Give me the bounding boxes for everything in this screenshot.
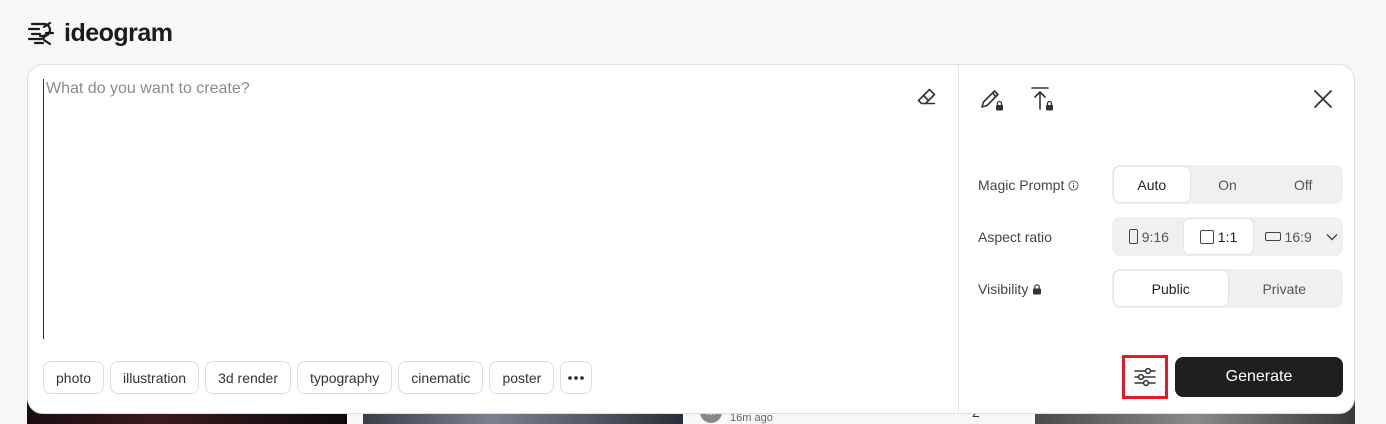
aspect-ratio-9-16[interactable]: 9:16 xyxy=(1114,219,1184,254)
more-icon xyxy=(568,375,585,380)
prompt-input[interactable] xyxy=(43,79,903,339)
eraser-icon[interactable] xyxy=(915,85,939,109)
generate-button[interactable]: Generate xyxy=(1175,357,1343,397)
logo-icon[interactable] xyxy=(26,18,56,48)
visibility-private[interactable]: Private xyxy=(1228,271,1342,306)
chip-poster[interactable]: poster xyxy=(489,361,555,394)
chip-photo[interactable]: photo xyxy=(43,361,105,394)
landscape-icon xyxy=(1264,232,1281,241)
chevron-down-icon xyxy=(1326,233,1338,240)
prompt-panel: photo illustration 3d render typography … xyxy=(27,64,1355,414)
chip-typography[interactable]: typography xyxy=(297,361,393,394)
magic-prompt-toggle: Auto On Off xyxy=(1112,165,1343,204)
chip-illustration[interactable]: illustration xyxy=(110,361,200,394)
chip-cinematic[interactable]: cinematic xyxy=(398,361,484,394)
lock-icon xyxy=(1033,283,1042,294)
visibility-label: Visibility xyxy=(978,281,1042,297)
style-chips: photo illustration 3d render typography … xyxy=(43,361,593,394)
prompt-area: photo illustration 3d render typography … xyxy=(28,65,959,413)
info-icon[interactable] xyxy=(1068,179,1079,191)
magic-prompt-label: Magic Prompt xyxy=(978,177,1079,193)
close-icon[interactable] xyxy=(1309,85,1337,113)
magic-prompt-off[interactable]: Off xyxy=(1265,167,1341,202)
aspect-ratio-dropdown[interactable] xyxy=(1323,233,1341,241)
advanced-settings-button[interactable] xyxy=(1122,355,1168,399)
chip-3d-render[interactable]: 3d render xyxy=(205,361,292,394)
logo-text[interactable]: ideogram xyxy=(64,19,173,48)
visibility-public[interactable]: Public xyxy=(1114,271,1228,306)
more-chips-button[interactable] xyxy=(560,361,593,394)
square-icon xyxy=(1199,229,1214,244)
aspect-ratio-label: Aspect ratio xyxy=(978,229,1052,245)
sliders-icon xyxy=(1134,367,1156,387)
options-sidebar: Magic Prompt Auto On Off Aspect ratio 9:… xyxy=(959,65,1354,413)
aspect-ratio-selector: 9:16 1:1 16:9 xyxy=(1112,217,1343,256)
upload-lock-icon[interactable] xyxy=(1028,85,1056,113)
portrait-icon xyxy=(1128,229,1138,244)
magic-prompt-on[interactable]: On xyxy=(1190,167,1266,202)
magic-prompt-auto[interactable]: Auto xyxy=(1114,167,1190,202)
header: ideogram xyxy=(26,16,173,50)
aspect-ratio-1-1[interactable]: 1:1 xyxy=(1183,219,1254,254)
visibility-toggle: Public Private xyxy=(1112,269,1343,308)
aspect-ratio-16-9[interactable]: 16:9 xyxy=(1253,219,1323,254)
pencil-lock-icon[interactable] xyxy=(978,85,1006,113)
